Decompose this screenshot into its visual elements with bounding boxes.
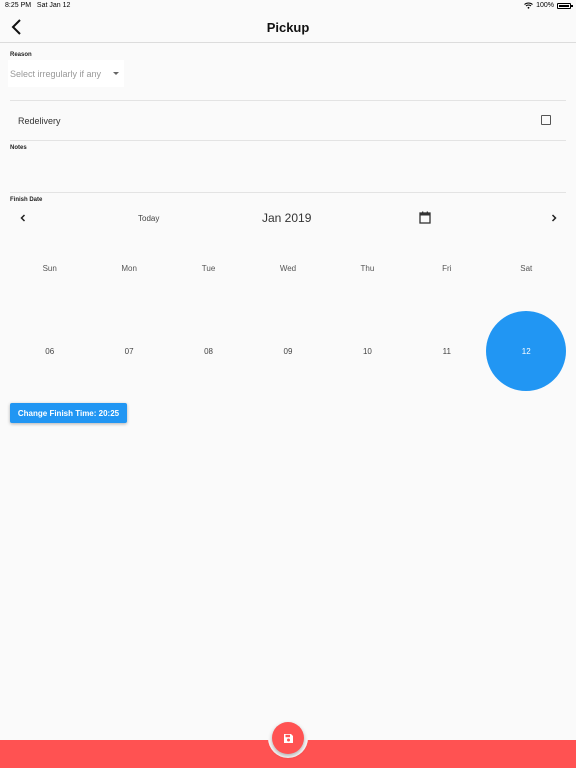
dropdown-caret-icon	[113, 72, 119, 75]
day-number: 07	[124, 346, 134, 356]
status-bar: 8:25 PM Sat Jan 12 100%	[0, 0, 576, 12]
finish-date-label: Finish Date	[10, 197, 43, 203]
battery-icon	[557, 2, 573, 9]
app-bar: Pickup	[0, 12, 576, 43]
redelivery-label: Redelivery	[18, 116, 61, 126]
day-cell[interactable]: 07	[89, 311, 168, 391]
status-right: 100%	[524, 2, 573, 9]
chevron-right-icon[interactable]	[548, 212, 560, 224]
day-cell[interactable]: 11	[407, 311, 486, 391]
day-number: 09	[283, 346, 293, 356]
divider	[10, 100, 566, 101]
status-time-date: 8:25 PM Sat Jan 12	[5, 2, 70, 9]
day-cell[interactable]: 10	[328, 311, 407, 391]
day-number: 06	[45, 346, 55, 356]
notes-field[interactable]	[10, 155, 566, 189]
save-button[interactable]	[272, 722, 304, 754]
chevron-left-icon[interactable]	[17, 212, 29, 224]
weekday-label: Fri	[442, 264, 452, 273]
today-button[interactable]: Today	[138, 214, 159, 223]
divider	[10, 140, 566, 141]
weekday-label: Thu	[360, 264, 375, 273]
weekday-row: Sun Mon Tue Wed Thu Fri Sat	[10, 264, 566, 278]
day-number: 08	[204, 346, 213, 356]
day-number: 11	[442, 346, 451, 356]
divider	[10, 192, 566, 193]
weekday-label: Mon	[121, 264, 137, 273]
change-finish-time-button[interactable]: Change Finish Time: 20:25	[10, 403, 127, 423]
day-cell[interactable]: 08	[169, 311, 248, 391]
status-date: Sat Jan 12	[36, 2, 71, 9]
redelivery-checkbox[interactable]	[541, 115, 551, 125]
day-cell[interactable]: 09	[248, 311, 327, 391]
day-number: 10	[362, 346, 372, 356]
month-label: Jan 2019	[262, 211, 312, 225]
status-time: 8:25 PM	[5, 2, 32, 9]
day-cell[interactable]: 06	[10, 311, 89, 391]
weekday-label: Tue	[201, 264, 216, 273]
battery-percent: 100%	[536, 2, 554, 9]
reason-placeholder: Select irregularly if any	[10, 69, 102, 79]
reason-dropdown[interactable]: Select irregularly if any	[8, 60, 124, 87]
wifi-icon	[524, 2, 533, 9]
calendar-header: Today Jan 2019	[0, 206, 576, 230]
reason-label: Reason	[10, 52, 32, 58]
save-icon	[283, 733, 293, 743]
day-cell-selected[interactable]: 12	[487, 311, 566, 391]
day-number: 12	[521, 346, 531, 356]
weekday-label: Sat	[520, 264, 533, 273]
calendar-icon[interactable]	[419, 211, 431, 224]
page-title: Pickup	[266, 20, 310, 35]
notes-label: Notes	[10, 145, 27, 151]
weekday-label: Sun	[42, 264, 57, 273]
day-row: 06 07 08 09 10 11 12	[10, 311, 566, 391]
weekday-label: Wed	[279, 264, 297, 273]
